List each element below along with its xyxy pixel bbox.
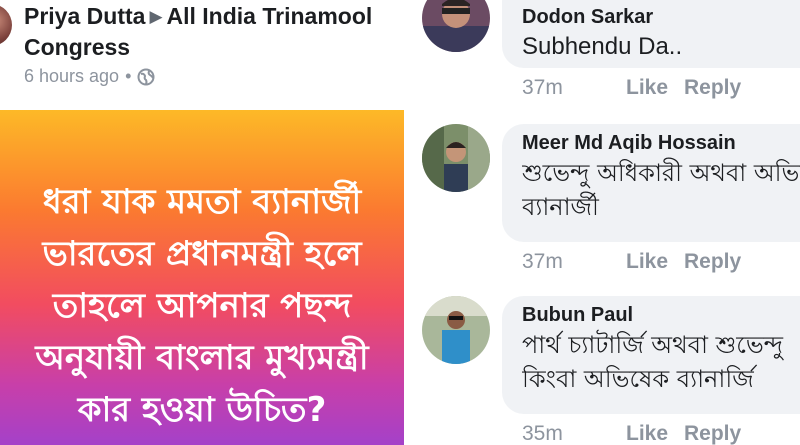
reply-button[interactable]: Reply [684, 250, 741, 274]
like-button[interactable]: Like [626, 76, 684, 100]
comment-time[interactable]: 35m [522, 422, 626, 445]
comment-bubble: Meer Md Aqib Hossain শুভেন্দু অধিকারী অথ… [502, 124, 800, 242]
comment-text: Subhendu Da.. [522, 33, 683, 60]
commenter-name[interactable]: Meer Md Aqib Hossain [522, 130, 800, 156]
comment-bubble: Dodon Sarkar Subhendu Da.. [502, 0, 800, 68]
post-group-name-line2[interactable]: Congress [24, 33, 404, 62]
comment-bubble: Bubun Paul পার্থ চ্যাটার্জি অথবা শুভেন্দ… [502, 296, 800, 414]
post-group-name[interactable]: All India Trinamool [167, 3, 373, 29]
globe-icon[interactable] [137, 68, 155, 86]
post-text-line: ধরা যাক মমতা ব্যানার্জী [42, 182, 362, 222]
post-author-avatar[interactable] [0, 4, 12, 46]
commenter-name[interactable]: Dodon Sarkar [522, 4, 800, 30]
post-header: Priya Dutta ▶ All India Trinamool Congress… [24, 2, 404, 87]
commenter-avatar[interactable] [422, 124, 490, 192]
post-author-line: Priya Dutta ▶ All India Trinamool Congress [24, 2, 404, 62]
commenter-avatar[interactable] [422, 296, 490, 364]
reply-button[interactable]: Reply [684, 76, 741, 100]
like-button[interactable]: Like [626, 250, 684, 274]
post-meta: 6 hours ago • [24, 66, 404, 87]
meta-separator: • [125, 66, 132, 86]
post-text-line: তাহলে আপনার পছন্দ [52, 286, 352, 326]
comment-text-line: পার্থ চ্যাটার্জি অথবা শুভেন্দু [522, 331, 784, 359]
comment-text-line: শুভেন্দু অধিকারী অথবা অভিষেক [522, 159, 800, 187]
post-text-line: ভারতের প্রধানমন্ত্রী হলে [42, 234, 362, 274]
post-text: ধরা যাক মমতা ব্যানার্জী ভারতের প্রধানমন্… [0, 176, 404, 436]
play-arrow-icon: ▶ [149, 7, 163, 26]
comment-time[interactable]: 37m [522, 250, 626, 274]
post-author-name[interactable]: Priya Dutta [24, 3, 145, 29]
post-text-line: অনুযায়ী বাংলার মুখ্যমন্ত্রী [35, 338, 369, 378]
comment-actions: 35m Like Reply [522, 422, 741, 445]
comment-actions: 37m Like Reply [522, 250, 741, 274]
like-button[interactable]: Like [626, 422, 684, 445]
comment-time[interactable]: 37m [522, 76, 626, 100]
post-panel: Priya Dutta ▶ All India Trinamool Congress… [0, 0, 404, 445]
reply-button[interactable]: Reply [684, 422, 741, 445]
commenter-name[interactable]: Bubun Paul [522, 302, 800, 328]
post-timestamp[interactable]: 6 hours ago [24, 66, 119, 87]
comment-text-line: ব্যানার্জী [522, 193, 599, 221]
comments-panel: Dodon Sarkar Subhendu Da.. 37m Like Repl… [404, 0, 800, 445]
post-text-line: কার হওয়া উচিত? [77, 390, 327, 430]
commenter-avatar[interactable] [422, 0, 490, 52]
comment-text-line: কিংবা অভিষেক ব্যানার্জি [522, 365, 754, 393]
comment-actions: 37m Like Reply [522, 76, 741, 100]
